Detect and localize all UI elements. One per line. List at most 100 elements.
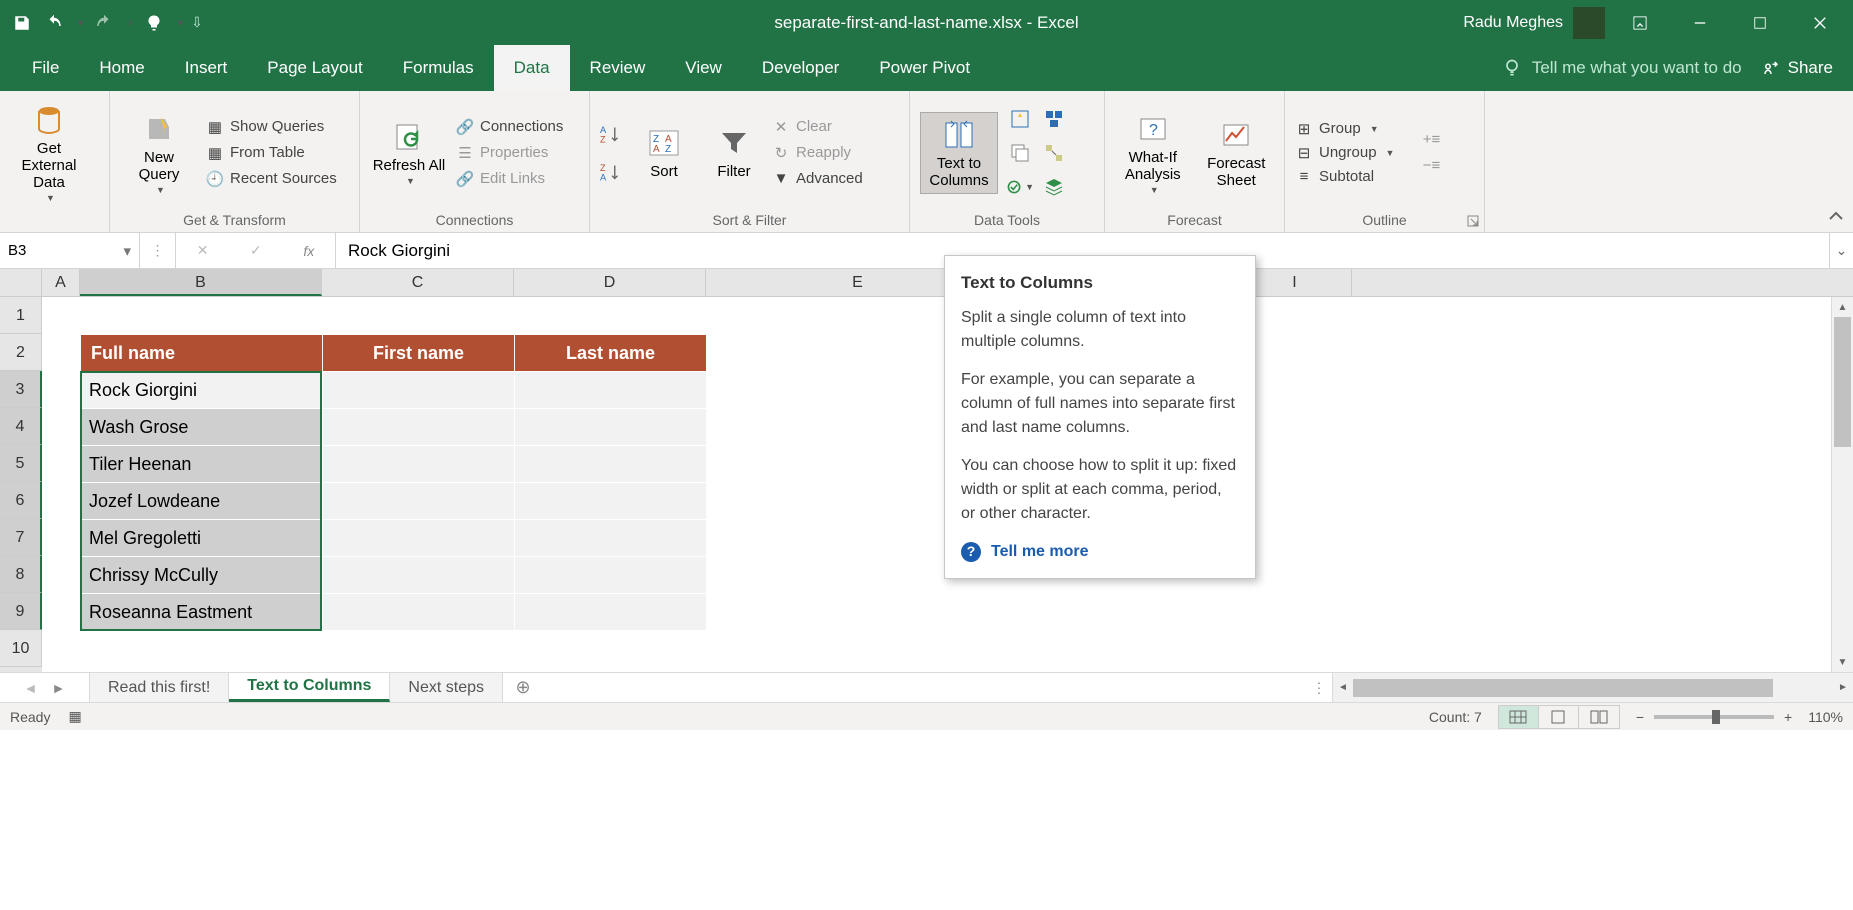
tab-formulas[interactable]: Formulas bbox=[383, 45, 494, 91]
avatar[interactable] bbox=[1573, 7, 1605, 39]
text-to-columns-button[interactable]: Text to Columns bbox=[920, 112, 998, 194]
connections-button[interactable]: 🔗Connections bbox=[456, 118, 563, 136]
name-box[interactable]: B3▾ bbox=[0, 233, 140, 268]
row-header[interactable]: 2 bbox=[0, 334, 42, 371]
sort-asc-button[interactable]: AZ bbox=[600, 122, 624, 146]
tab-developer[interactable]: Developer bbox=[742, 45, 860, 91]
zoom-level[interactable]: 110% bbox=[1808, 709, 1843, 725]
remove-dup-button[interactable] bbox=[1006, 139, 1034, 167]
sort-desc-button[interactable]: ZA bbox=[600, 160, 624, 184]
forecast-sheet-button[interactable]: Forecast Sheet bbox=[1199, 113, 1275, 193]
show-queries-button[interactable]: ▦Show Queries bbox=[206, 118, 337, 136]
bulb-button[interactable] bbox=[140, 9, 168, 37]
sheet-prev-button[interactable]: ◄ bbox=[24, 680, 38, 696]
save-button[interactable] bbox=[8, 9, 36, 37]
share-button[interactable]: Share bbox=[1762, 58, 1833, 78]
redo-button[interactable] bbox=[90, 9, 118, 37]
zoom-in-button[interactable]: + bbox=[1784, 709, 1792, 725]
subtotal-button[interactable]: ≡Subtotal bbox=[1295, 168, 1394, 186]
sheet-tab[interactable]: Read this first! bbox=[90, 673, 229, 702]
sheet-tab[interactable]: Next steps bbox=[390, 673, 503, 702]
col-header[interactable]: D bbox=[514, 269, 706, 296]
cancel-edit-button[interactable]: ✕ bbox=[197, 242, 209, 259]
scroll-up-button[interactable]: ▲ bbox=[1832, 297, 1853, 317]
redo-more[interactable]: ▼ bbox=[122, 9, 136, 37]
new-query-button[interactable]: New Query▼ bbox=[120, 107, 198, 199]
row-header[interactable]: 5 bbox=[0, 445, 42, 482]
close-button[interactable] bbox=[1795, 3, 1845, 43]
tab-power-pivot[interactable]: Power Pivot bbox=[859, 45, 990, 91]
zoom-slider[interactable]: − + bbox=[1636, 709, 1792, 725]
sheet-next-button[interactable]: ► bbox=[52, 680, 66, 696]
advanced-button[interactable]: ▼Advanced bbox=[772, 170, 863, 188]
col-header[interactable]: B bbox=[80, 269, 322, 296]
sort-button[interactable]: ZAAZ Sort bbox=[632, 121, 696, 184]
show-detail-button[interactable]: +≡ bbox=[1422, 131, 1440, 149]
maximize-button[interactable] bbox=[1735, 3, 1785, 43]
tab-view[interactable]: View bbox=[665, 45, 742, 91]
tab-insert[interactable]: Insert bbox=[165, 45, 248, 91]
properties-button[interactable]: ☰Properties bbox=[456, 144, 563, 162]
zoom-handle[interactable] bbox=[1712, 710, 1720, 724]
dialog-launcher[interactable] bbox=[1466, 214, 1480, 228]
ribbon-display-button[interactable] bbox=[1615, 3, 1665, 43]
tab-data[interactable]: Data bbox=[494, 45, 570, 91]
clear-button[interactable]: ✕Clear bbox=[772, 118, 863, 136]
data-validation-button[interactable]: ▼ bbox=[1006, 173, 1034, 201]
relationships-button[interactable] bbox=[1040, 139, 1068, 167]
expand-formula-bar[interactable]: ⌄ bbox=[1829, 233, 1853, 268]
th-fullname[interactable]: Full name bbox=[81, 335, 323, 372]
tell-me-search[interactable]: Tell me what you want to do bbox=[1502, 58, 1742, 78]
consolidate-button[interactable] bbox=[1040, 105, 1068, 133]
select-all-corner[interactable] bbox=[0, 269, 42, 296]
row-header[interactable]: 3 bbox=[0, 371, 42, 408]
undo-more[interactable]: ▼ bbox=[72, 9, 86, 37]
group-button[interactable]: ⊞Group▼ bbox=[1295, 120, 1394, 138]
tab-file[interactable]: File bbox=[12, 45, 79, 91]
fx-button[interactable]: fx bbox=[303, 243, 314, 259]
tell-me-more-link[interactable]: ? Tell me more bbox=[961, 540, 1239, 564]
col-header[interactable]: C bbox=[322, 269, 514, 296]
sheet-tab[interactable]: Text to Columns bbox=[229, 673, 390, 702]
from-table-button[interactable]: ▦From Table bbox=[206, 144, 337, 162]
ungroup-button[interactable]: ⊟Ungroup▼ bbox=[1295, 144, 1394, 162]
row-header[interactable]: 6 bbox=[0, 482, 42, 519]
zoom-out-button[interactable]: − bbox=[1636, 709, 1644, 725]
recent-sources-button[interactable]: 🕘Recent Sources bbox=[206, 170, 337, 188]
scroll-thumb[interactable] bbox=[1834, 317, 1851, 447]
get-external-data-button[interactable]: Get External Data▼ bbox=[10, 98, 88, 207]
scroll-right-button[interactable]: ► bbox=[1833, 682, 1853, 693]
minimize-button[interactable] bbox=[1675, 3, 1725, 43]
manage-data-model-button[interactable] bbox=[1040, 173, 1068, 201]
scroll-thumb[interactable] bbox=[1353, 679, 1773, 697]
row-header[interactable]: 7 bbox=[0, 519, 42, 556]
th-firstname[interactable]: First name bbox=[323, 335, 515, 372]
row-header[interactable]: 10 bbox=[0, 630, 42, 667]
qat-customize[interactable]: ⇩ bbox=[190, 9, 204, 37]
row-header[interactable]: 4 bbox=[0, 408, 42, 445]
horizontal-scrollbar[interactable]: ◄ ► bbox=[1333, 673, 1853, 702]
refresh-all-button[interactable]: Refresh All▼ bbox=[370, 115, 448, 190]
flash-fill-button[interactable] bbox=[1006, 105, 1034, 133]
row-header[interactable]: 8 bbox=[0, 556, 42, 593]
vertical-scrollbar[interactable]: ▲ ▼ bbox=[1831, 297, 1853, 672]
col-header[interactable]: A bbox=[42, 269, 80, 296]
new-sheet-button[interactable]: ⊕ bbox=[503, 673, 543, 702]
undo-button[interactable] bbox=[40, 9, 68, 37]
filter-button[interactable]: Filter bbox=[704, 121, 764, 184]
row-header[interactable]: 9 bbox=[0, 593, 42, 630]
hide-detail-button[interactable]: −≡ bbox=[1422, 157, 1440, 175]
collapse-ribbon-button[interactable] bbox=[1827, 207, 1845, 228]
bulb-more[interactable]: ▼ bbox=[172, 9, 186, 37]
reapply-button[interactable]: ↻Reapply bbox=[772, 144, 863, 162]
edit-links-button[interactable]: 🔗Edit Links bbox=[456, 170, 563, 188]
normal-view-button[interactable] bbox=[1499, 706, 1539, 728]
row-header[interactable]: 1 bbox=[0, 297, 42, 334]
page-layout-view-button[interactable] bbox=[1539, 706, 1579, 728]
scroll-left-button[interactable]: ◄ bbox=[1333, 682, 1353, 693]
whatif-button[interactable]: ? What-If Analysis▼ bbox=[1115, 107, 1191, 199]
th-lastname[interactable]: Last name bbox=[515, 335, 707, 372]
macro-record-icon[interactable]: ▦ bbox=[68, 708, 81, 725]
accept-edit-button[interactable]: ✓ bbox=[250, 242, 262, 259]
scroll-down-button[interactable]: ▼ bbox=[1832, 652, 1853, 672]
